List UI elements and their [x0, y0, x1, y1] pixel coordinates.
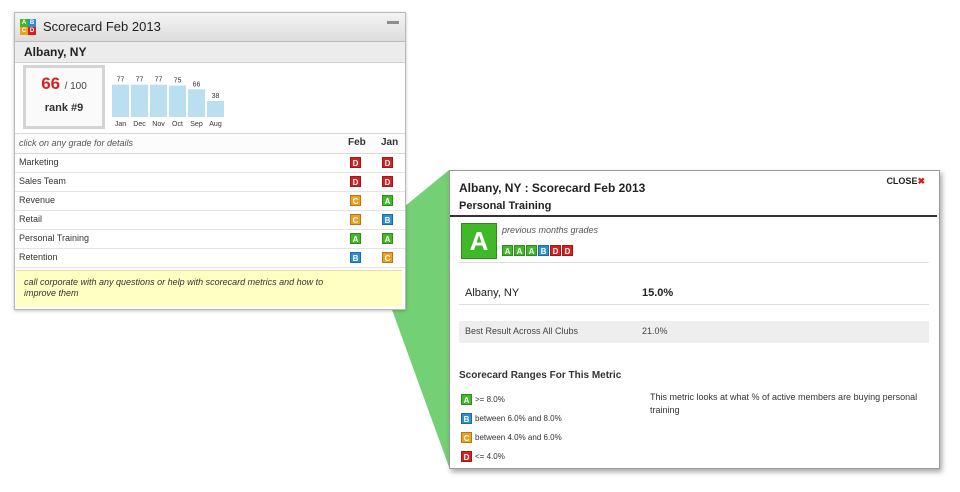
grade-jan[interactable]: D: [382, 176, 393, 187]
grade-feb[interactable]: C: [350, 195, 361, 206]
trend-bar: [112, 84, 129, 117]
trend-value-label: 77: [155, 77, 163, 84]
metric-row: Retention B C: [15, 248, 405, 268]
metric-name: Personal Training: [459, 200, 552, 212]
help-note-text: call corporate with any questions or hel…: [24, 277, 324, 298]
grade-feb[interactable]: D: [350, 176, 361, 187]
metric-label: Revenue: [19, 195, 56, 205]
close-button[interactable]: CLOSE✖: [886, 176, 925, 187]
location-name: Albany, NY: [24, 45, 87, 59]
grade-feb[interactable]: C: [350, 214, 361, 225]
trend-value-label: 77: [136, 77, 144, 84]
range-item: A >= 8.0%: [461, 391, 505, 406]
divider: [459, 262, 929, 263]
widget-title: Scorecard Feb 2013: [43, 19, 161, 34]
range-item: Bbetween 6.0% and 8.0%: [461, 410, 562, 425]
scorecard-logo-icon: A B C D: [20, 19, 36, 35]
metric-row: Marketing D D: [15, 153, 405, 173]
trend-bar: [188, 89, 205, 117]
metric-row: Sales Team D D: [15, 172, 405, 192]
grade-jan[interactable]: C: [382, 252, 393, 263]
metric-label: Marketing: [19, 157, 59, 167]
minimize-icon[interactable]: [387, 21, 399, 24]
result-value: 15.0%: [642, 287, 674, 299]
grade-feb[interactable]: B: [350, 252, 361, 263]
trend-bar: [150, 84, 167, 117]
grade-jan[interactable]: A: [382, 195, 393, 206]
range-grade: D: [461, 451, 472, 463]
grade-jan[interactable]: A: [382, 233, 393, 244]
column-jan: Jan: [381, 137, 399, 148]
grade-hint: click on any grade for details: [19, 138, 134, 148]
metric-label: Sales Team: [19, 176, 66, 186]
metric-row: Retail C B: [15, 210, 405, 230]
range-grade: A: [461, 394, 472, 406]
location-header: Albany, NY: [15, 42, 405, 63]
metric-description: This metric looks at what % of active me…: [650, 392, 918, 415]
trend-month-label: Aug: [209, 121, 222, 128]
current-grade: A: [461, 223, 497, 259]
trend-value-label: 77: [117, 77, 125, 84]
trend-month-label: Dec: [133, 121, 146, 128]
popup-title: Albany, NY : Scorecard Feb 2013: [459, 181, 646, 195]
trend-value-label: 66: [193, 81, 201, 88]
score-value: 66: [41, 74, 61, 93]
score-max: / 100: [64, 81, 87, 92]
grade-jan[interactable]: B: [382, 214, 393, 225]
metric-row: Revenue C A: [15, 191, 405, 211]
trend-month-label: Sep: [190, 121, 203, 128]
range-item: D <= 4.0%: [461, 448, 505, 463]
result-row-best: Best Result Across All Clubs 21.0%: [459, 321, 929, 343]
trend-month-label: Nov: [152, 121, 165, 128]
close-label: CLOSE: [886, 176, 918, 186]
metric-label: Retail: [19, 214, 43, 224]
grade-jan[interactable]: D: [382, 157, 393, 168]
result-label: Best Result Across All Clubs: [465, 326, 579, 336]
result-row-location: Albany, NY 15.0%: [459, 282, 929, 305]
previous-grade: A: [514, 245, 525, 256]
metric-header: Personal Training: [450, 197, 937, 217]
scorecard-widget: A B C D Scorecard Feb 2013 Albany, NY 66…: [14, 12, 406, 310]
metric-label: Retention: [19, 252, 58, 262]
range-grade: B: [461, 413, 472, 425]
previous-grades-label: previous months grades: [502, 225, 599, 235]
previous-grade: D: [562, 245, 573, 256]
metric-detail-popup: Albany, NY : Scorecard Feb 2013 CLOSE✖ P…: [449, 170, 940, 469]
grade-feb[interactable]: D: [350, 157, 361, 168]
widget-header: A B C D Scorecard Feb 2013: [15, 13, 405, 42]
column-feb: Feb: [348, 137, 366, 148]
close-icon: ✖: [917, 176, 925, 186]
previous-grade: A: [526, 245, 537, 256]
trend-value-label: 75: [174, 78, 182, 85]
trend-bar: [131, 84, 148, 117]
previous-grade: D: [550, 245, 561, 256]
range-text: between 4.0% and 6.0%: [475, 433, 562, 443]
trend-bar: [207, 101, 224, 117]
previous-grades: AAABDD: [502, 241, 574, 259]
trend-month-label: Oct: [172, 121, 183, 128]
trend-month-label: Jan: [115, 121, 126, 128]
grade-feb[interactable]: A: [350, 233, 361, 244]
range-text: between 6.0% and 8.0%: [475, 414, 562, 424]
ranges-title: Scorecard Ranges For This Metric: [459, 370, 622, 381]
grades-header: click on any grade for details Feb Jan: [15, 133, 405, 154]
range-grade: C: [461, 432, 472, 444]
metric-row: Personal Training A A: [15, 229, 405, 249]
result-label: Albany, NY: [465, 287, 520, 299]
metric-label: Personal Training: [19, 233, 90, 243]
previous-grade: B: [538, 245, 549, 256]
score-box: 66 / 100 rank #9: [23, 65, 105, 129]
range-text: >= 8.0%: [475, 395, 505, 405]
previous-grade: A: [502, 245, 513, 256]
trend-bar: [169, 85, 186, 117]
rank-label: rank #9: [44, 102, 84, 114]
result-value: 21.0%: [642, 326, 668, 336]
help-note: call corporate with any questions or hel…: [16, 270, 402, 307]
range-text: <= 4.0%: [475, 452, 505, 462]
score-trend-chart: 77 Jan 77 Dec 77 Nov 75 Oct 66 Sep 38 Aug: [112, 77, 224, 128]
trend-value-label: 38: [212, 93, 220, 100]
range-item: Cbetween 4.0% and 6.0%: [461, 429, 562, 444]
